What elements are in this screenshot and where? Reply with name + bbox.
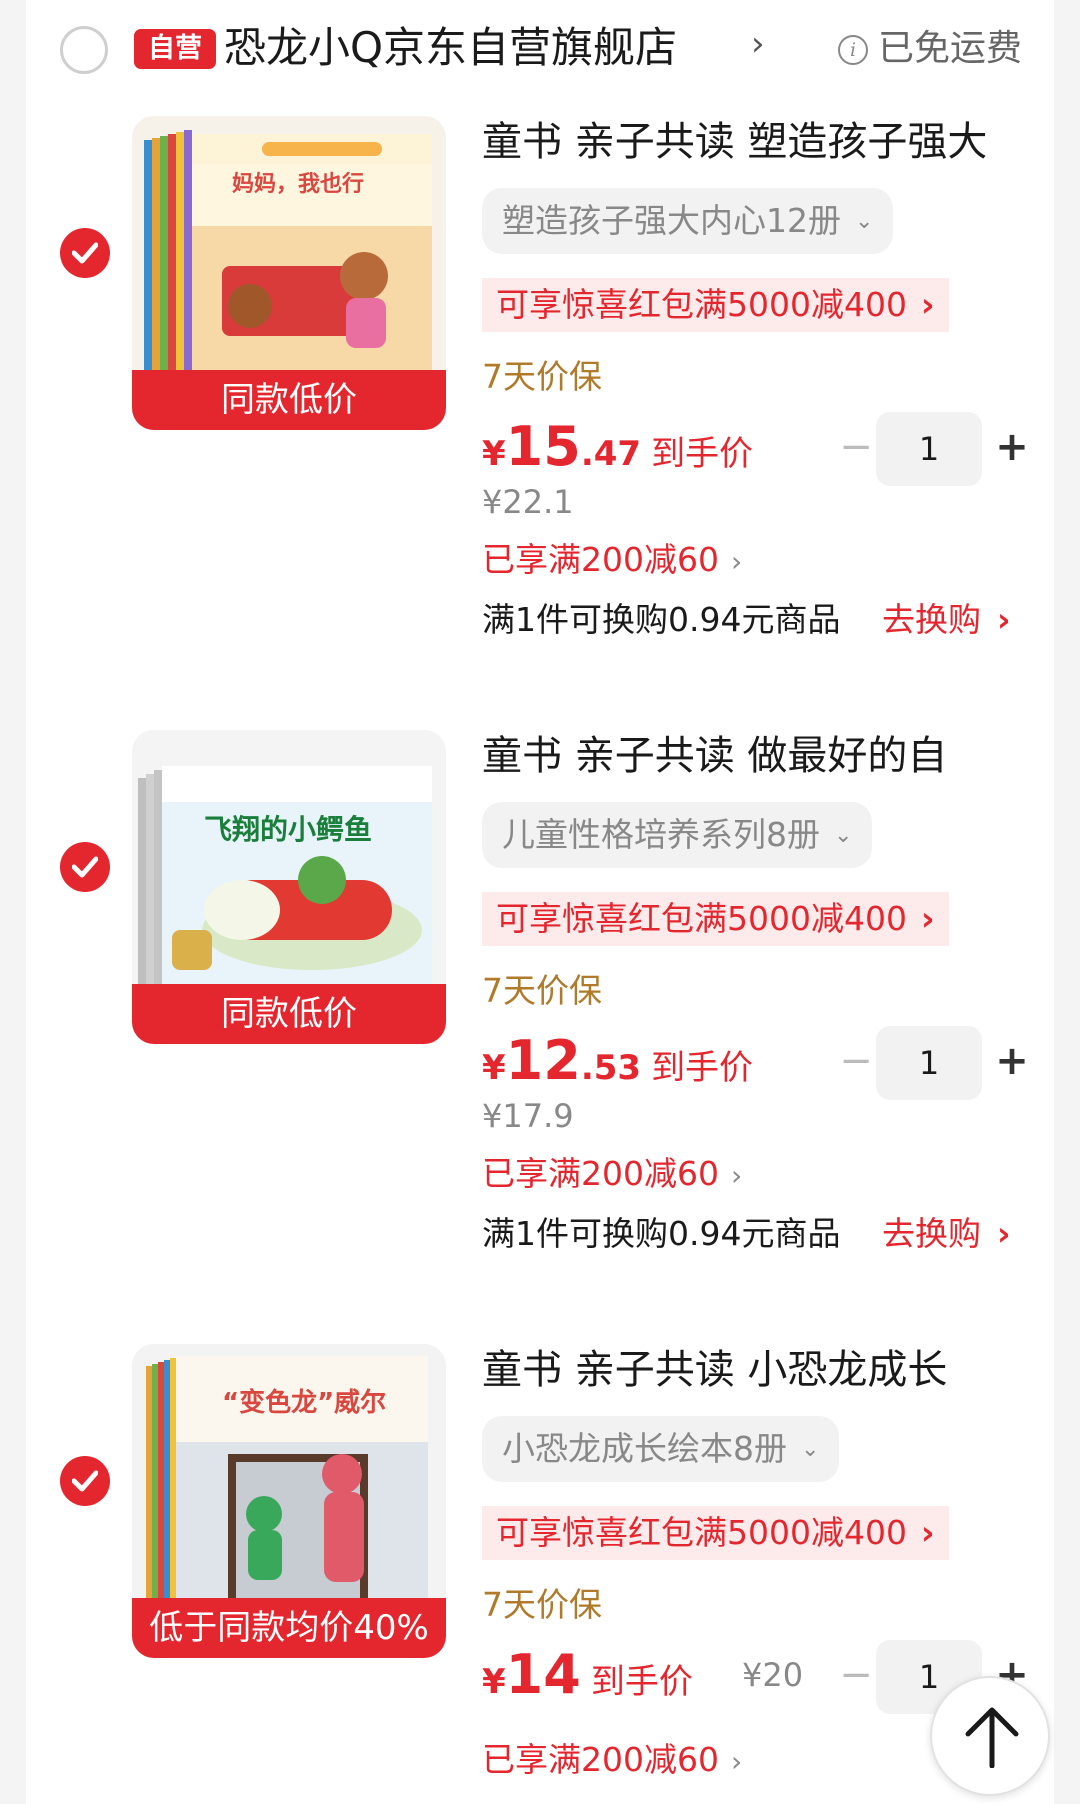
product-image[interactable]: 妈妈，我也行 同款低价 (132, 116, 446, 430)
spec-label: 塑造孩子强大内心12册 (502, 201, 841, 240)
item-select-checkbox[interactable] (60, 1456, 110, 1506)
product-title[interactable]: 童书 亲子共读 塑造孩子强大 (482, 116, 1042, 168)
freight-status: 已免运费 (878, 28, 1023, 69)
coupon-banner[interactable]: 可享惊喜红包满5000减400 › (482, 892, 949, 946)
product-title[interactable]: 童书 亲子共读 小恐龙成长 (482, 1344, 1042, 1396)
self-operated-badge: 自营 (134, 29, 216, 69)
coupon-banner[interactable]: 可享惊喜红包满5000减400 › (482, 1506, 949, 1560)
cover-title: 妈妈，我也行 (232, 172, 365, 197)
currency-symbol: ¥ (482, 1662, 506, 1702)
chevron-right-icon: › (730, 1159, 743, 1192)
coupon-banner[interactable]: 可享惊喜红包满5000减400 › (482, 278, 949, 332)
chevron-right-icon: › (730, 1745, 743, 1778)
currency-symbol: ¥ (482, 1048, 506, 1088)
chevron-right-icon: › (730, 545, 743, 578)
cover-title: 飞翔的小鳄鱼 (204, 813, 373, 846)
original-price: ¥20 (742, 1656, 804, 1694)
price-guarantee: 7天价保 (482, 357, 602, 396)
quantity-decrease-button[interactable]: − (836, 424, 876, 474)
price-decimal: .47 (580, 434, 642, 474)
price-integer: 15 (505, 415, 581, 478)
price-guarantee: 7天价保 (482, 971, 602, 1010)
promo-link[interactable]: 已享满200减60 › (482, 536, 742, 586)
price-note: 到手价 (651, 434, 754, 474)
cart-item: 飞翔的小鳄鱼 同款低价 童书 亲子共读 做最好的自 儿童性格培养系列8册 ⌄ 可享… (26, 730, 1054, 1342)
quantity-input[interactable]: 1 (876, 412, 982, 486)
price-integer: 12 (505, 1029, 581, 1092)
promo-link[interactable]: 已享满200减60 › (482, 1736, 742, 1786)
spec-label: 儿童性格培养系列8册 (502, 815, 820, 854)
promo-link[interactable]: 已享满200减60 › (482, 1150, 742, 1200)
price-note: 到手价 (651, 1048, 754, 1088)
price-note: 到手价 (590, 1662, 693, 1702)
chevron-right-icon: › (997, 600, 1011, 639)
quantity-increase-button[interactable]: + (992, 422, 1032, 472)
swap-button-label: 去换购 (882, 600, 981, 639)
promo-text: 已享满200减60 (482, 540, 719, 579)
cart-item: 妈妈，我也行 同款低价 童书 亲子共读 塑造孩子强大 塑造孩子强大内心12册 ⌄ … (26, 116, 1054, 728)
chevron-down-icon: ⌄ (855, 209, 874, 234)
cart-item: “变色龙”威尔 低于同款均价40% 童书 亲子共读 小恐龙成长 小恐龙成长绘本8… (26, 1344, 1054, 1804)
arrow-up-icon (965, 1707, 1019, 1768)
chevron-right-icon: › (920, 1513, 935, 1552)
price-decimal: .53 (580, 1048, 642, 1088)
item-select-checkbox[interactable] (60, 842, 110, 892)
price-integer: 14 (505, 1643, 581, 1706)
original-price: ¥17.9 (482, 1097, 574, 1135)
image-price-tag: 同款低价 (132, 984, 446, 1044)
cart-store-card: 自营 恐龙小Q京东自营旗舰店 › i 已免运费 妈妈，我也行 同款低价 童书 亲… (26, 0, 1054, 1804)
store-chevron-right-icon[interactable]: › (751, 24, 765, 64)
currency-symbol: ¥ (482, 434, 506, 474)
chevron-down-icon: ⌄ (801, 1437, 820, 1462)
spec-selector[interactable]: 塑造孩子强大内心12册 ⌄ (482, 188, 894, 254)
item-select-checkbox[interactable] (60, 228, 110, 278)
cover-title: “变色龙”威尔 (222, 1388, 387, 1418)
quantity-decrease-button[interactable]: − (836, 1652, 876, 1702)
info-icon[interactable]: i (838, 35, 868, 65)
quantity-input[interactable]: 1 (876, 1026, 982, 1100)
chevron-right-icon: › (920, 285, 935, 324)
checkmark-icon (72, 1470, 98, 1492)
swap-button[interactable]: 去换购 › (882, 1210, 1011, 1258)
swap-offer-text: 满1件可换购0.94元商品 (482, 1214, 841, 1253)
price-guarantee: 7天价保 (482, 1585, 602, 1624)
checkmark-icon (72, 242, 98, 264)
store-select-checkbox[interactable] (60, 26, 108, 74)
image-price-tag: 低于同款均价40% (132, 1598, 446, 1658)
store-header: 自营 恐龙小Q京东自营旗舰店 › i 已免运费 (26, 0, 1054, 100)
quantity-decrease-button[interactable]: − (836, 1038, 876, 1088)
scroll-to-top-button[interactable] (930, 1676, 1050, 1796)
chevron-right-icon: › (920, 899, 935, 938)
swap-button-label: 去换购 (882, 1214, 981, 1253)
swap-offer-text: 满1件可换购0.94元商品 (482, 600, 841, 639)
promo-text: 已享满200减60 (482, 1740, 719, 1779)
checkmark-icon (72, 856, 98, 878)
chevron-down-icon: ⌄ (834, 823, 853, 848)
chevron-right-icon: › (997, 1214, 1011, 1253)
coupon-text: 可享惊喜红包满5000减400 (496, 1513, 907, 1552)
spec-selector[interactable]: 小恐龙成长绘本8册 ⌄ (482, 1416, 840, 1482)
spec-selector[interactable]: 儿童性格培养系列8册 ⌄ (482, 802, 873, 868)
image-price-tag: 同款低价 (132, 370, 446, 430)
quantity-increase-button[interactable]: + (992, 1036, 1032, 1086)
final-price: ¥14 到手价 (482, 1640, 693, 1723)
original-price: ¥22.1 (482, 483, 574, 521)
promo-text: 已享满200减60 (482, 1154, 719, 1193)
product-image[interactable]: 飞翔的小鳄鱼 同款低价 (132, 730, 446, 1044)
coupon-text: 可享惊喜红包满5000减400 (496, 285, 907, 324)
spec-label: 小恐龙成长绘本8册 (502, 1429, 787, 1468)
product-title[interactable]: 童书 亲子共读 做最好的自 (482, 730, 1042, 782)
swap-button[interactable]: 去换购 › (882, 596, 1011, 644)
product-image[interactable]: “变色龙”威尔 低于同款均价40% (132, 1344, 446, 1658)
store-name-link[interactable]: 恐龙小Q京东自营旗舰店 (224, 20, 677, 76)
coupon-text: 可享惊喜红包满5000减400 (496, 899, 907, 938)
